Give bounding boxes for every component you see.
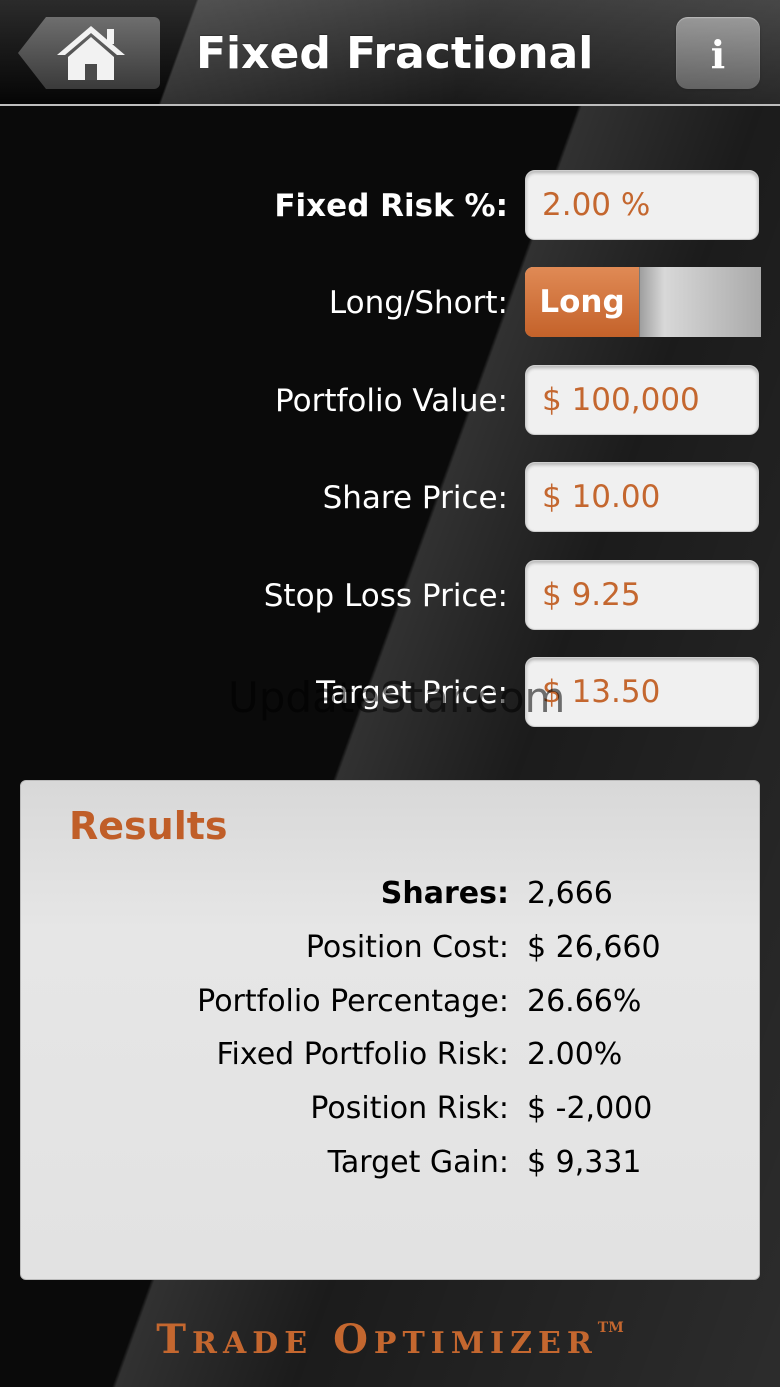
result-row-position-cost: Position Cost: $ 26,660 — [21, 923, 761, 973]
long-short-row: Long/Short: Long — [0, 267, 780, 339]
brand-initial-o: O — [333, 1316, 374, 1363]
brand-word-ptimizer: PTIMIZER — [373, 1326, 598, 1361]
page-title: Fixed Fractional — [196, 28, 594, 79]
target-price-input[interactable] — [525, 657, 759, 727]
share-price-input[interactable] — [525, 462, 759, 532]
toggle-on-label: Long — [525, 267, 639, 337]
result-row-fixed-portfolio-risk: Fixed Portfolio Risk: 2.00% — [21, 1030, 761, 1080]
fixed-risk-label: Fixed Risk %: — [274, 188, 508, 224]
result-row-target-gain: Target Gain: $ 9,331 — [21, 1138, 761, 1188]
home-icon — [57, 26, 125, 80]
result-row-position-risk: Position Risk: $ -2,000 — [21, 1084, 761, 1134]
portfolio-value-row: Portfolio Value: — [0, 365, 780, 437]
target-gain-value: $ 9,331 — [527, 1145, 642, 1180]
share-price-label: Share Price: — [322, 480, 508, 516]
toggle-knob[interactable] — [639, 267, 761, 337]
brand-word-rade: RADE — [192, 1326, 314, 1361]
portfolio-percentage-value: 26.66% — [527, 984, 642, 1019]
share-price-row: Share Price: — [0, 462, 780, 534]
position-risk-value: $ -2,000 — [527, 1091, 653, 1126]
target-price-row: Target Price: — [0, 657, 780, 729]
fixed-risk-row: Fixed Risk %: — [0, 170, 780, 242]
brand-trademark: TM — [597, 1320, 624, 1336]
target-price-label: Target Price: — [316, 675, 508, 711]
stop-loss-label: Stop Loss Price: — [263, 578, 508, 614]
position-risk-label: Position Risk: — [310, 1091, 509, 1126]
portfolio-value-input[interactable] — [525, 365, 759, 435]
position-cost-label: Position Cost: — [305, 930, 509, 965]
fixed-portfolio-risk-label: Fixed Portfolio Risk: — [216, 1037, 509, 1072]
info-button[interactable]: i — [676, 17, 760, 89]
home-button[interactable] — [18, 17, 160, 89]
stop-loss-row: Stop Loss Price: — [0, 560, 780, 632]
brand-initial-t: T — [156, 1316, 193, 1363]
results-panel: Results Shares: 2,666 Position Cost: $ 2… — [20, 780, 760, 1280]
result-row-portfolio-percentage: Portfolio Percentage: 26.66% — [21, 977, 761, 1027]
portfolio-percentage-label: Portfolio Percentage: — [197, 984, 509, 1019]
navigation-bar: Fixed Fractional i — [0, 0, 780, 106]
fixed-risk-input[interactable] — [525, 170, 759, 240]
long-short-label: Long/Short: — [328, 285, 508, 321]
result-row-shares: Shares: 2,666 — [21, 869, 761, 919]
shares-value: 2,666 — [527, 876, 613, 911]
info-icon: i — [710, 32, 726, 77]
brand-logo: TRADE OPTIMIZERTM — [0, 1316, 780, 1368]
portfolio-value-label: Portfolio Value: — [275, 383, 508, 419]
stop-loss-input[interactable] — [525, 560, 759, 630]
results-title: Results — [69, 804, 228, 848]
fixed-portfolio-risk-value: 2.00% — [527, 1037, 623, 1072]
position-cost-value: $ 26,660 — [527, 930, 661, 965]
target-gain-label: Target Gain: — [327, 1145, 509, 1180]
long-short-toggle[interactable]: Long — [525, 267, 761, 337]
shares-label: Shares: — [380, 876, 509, 911]
